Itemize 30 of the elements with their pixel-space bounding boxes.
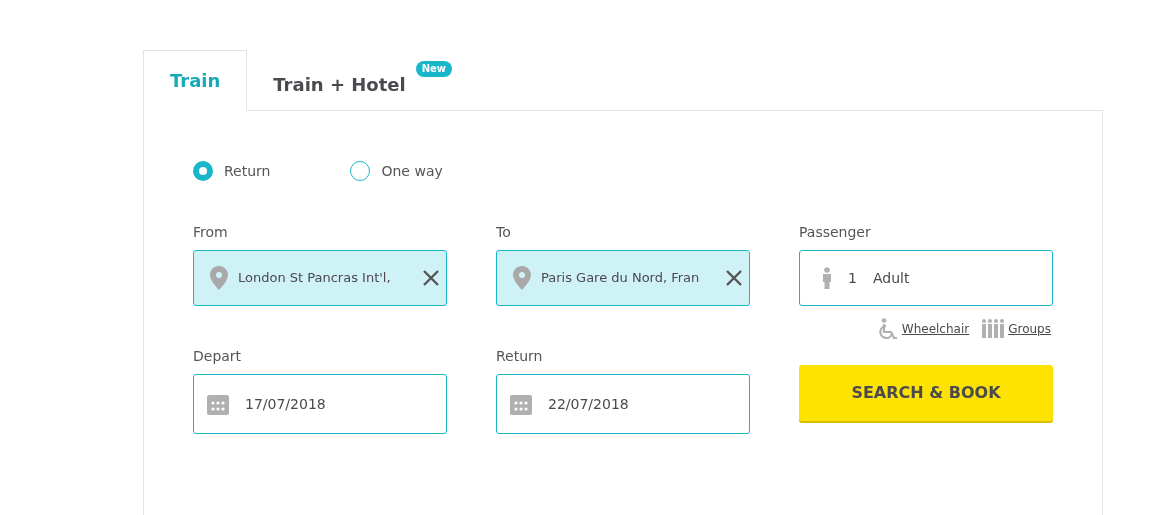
date-field[interactable]: 17/07/2018	[193, 374, 447, 434]
field-label: To	[496, 223, 512, 242]
location-pin-icon	[513, 266, 531, 290]
radio-button[interactable]	[350, 161, 371, 181]
passenger-link[interactable]: Groups	[1008, 320, 1051, 338]
radio-label: Return	[224, 161, 271, 181]
calendar-icon	[207, 393, 229, 415]
station-field[interactable]: London St Pancras Int'l,	[193, 250, 447, 306]
tab[interactable]: Train + Hotel New	[247, 51, 457, 111]
location-pin-icon	[210, 266, 228, 290]
passenger-count: 1	[848, 268, 857, 288]
group-icon	[981, 319, 1006, 339]
new-badge: New	[415, 61, 453, 77]
close-icon[interactable]	[422, 269, 440, 287]
search-and-book-button[interactable]: SEARCH & BOOK	[799, 365, 1053, 421]
date-field[interactable]: 22/07/2018	[496, 374, 750, 434]
radio-button[interactable]	[193, 161, 213, 181]
field-label: From	[193, 223, 229, 242]
passenger-link[interactable]: Wheelchair	[901, 320, 970, 338]
radio-label: One way	[381, 161, 443, 181]
person-icon	[822, 267, 832, 289]
calendar-icon	[510, 393, 532, 415]
field-label: Return	[496, 347, 544, 366]
field-label: Passenger	[799, 223, 872, 242]
field-label: Depart	[193, 347, 243, 366]
close-icon[interactable]	[725, 269, 743, 287]
wheelchair-icon	[876, 318, 899, 340]
station-field[interactable]: Paris Gare du Nord, Fran	[496, 250, 750, 306]
passenger-field[interactable]: 1 Adult	[799, 250, 1053, 306]
passenger-type: Adult	[872, 268, 910, 288]
